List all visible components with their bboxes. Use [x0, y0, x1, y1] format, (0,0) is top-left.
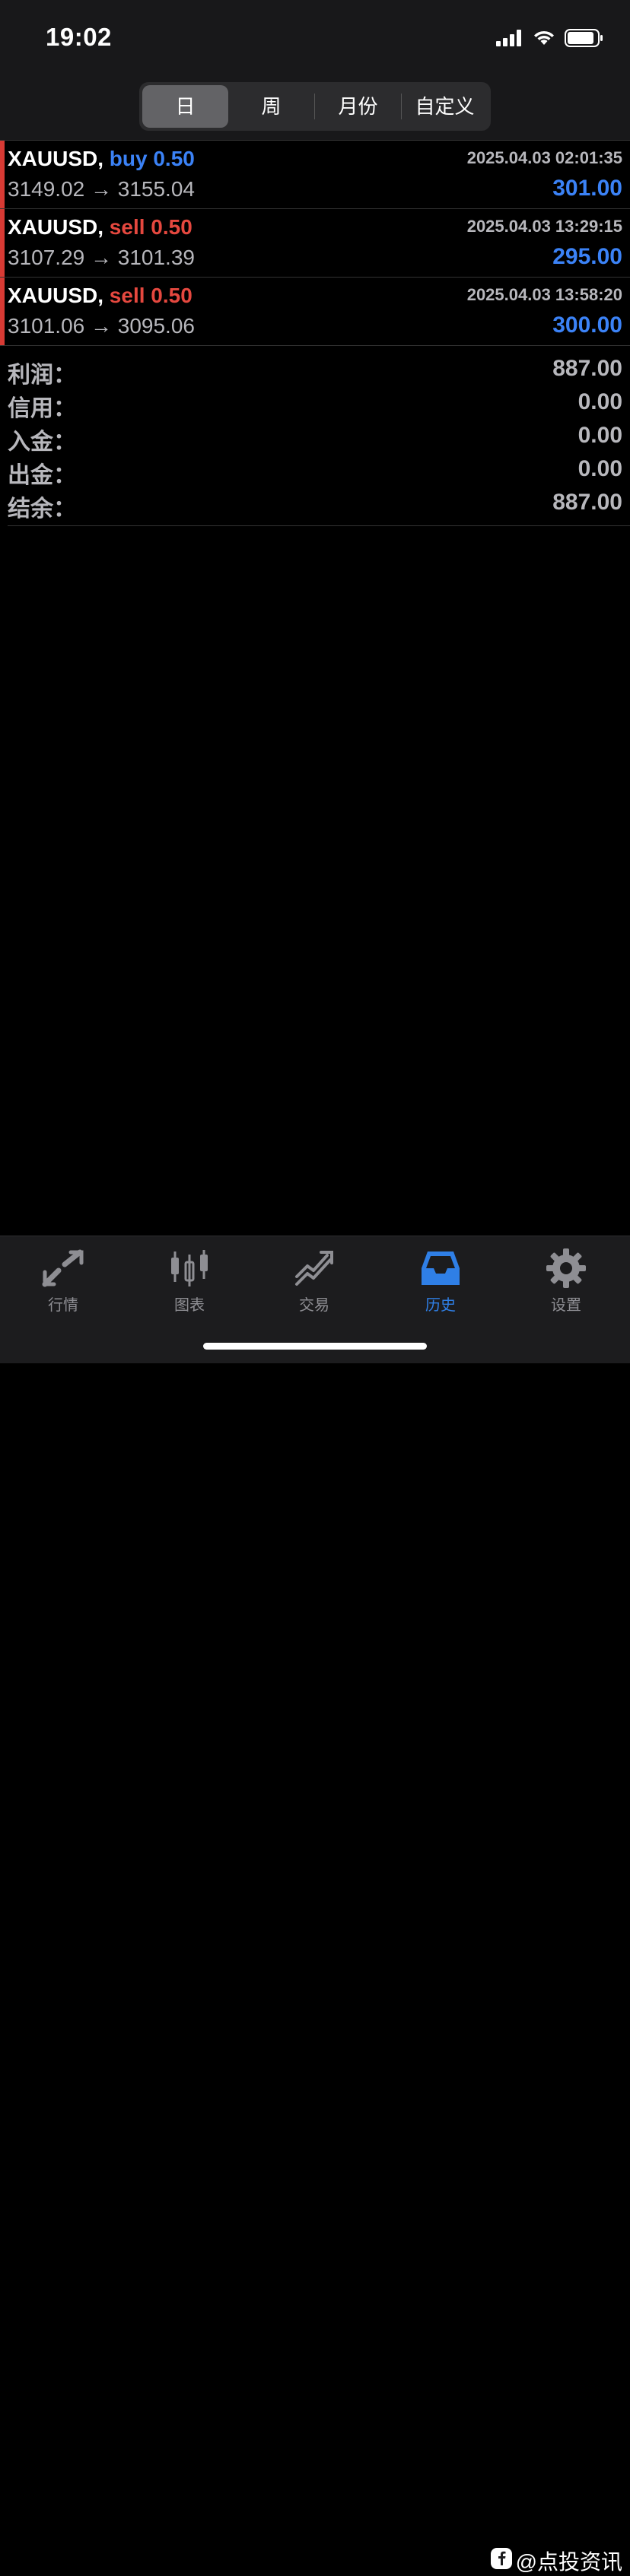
deal-prices: 3107.29 → 3101.39: [8, 246, 195, 269]
candlestick-chart-icon: [144, 1247, 235, 1290]
battery-icon: [565, 29, 604, 51]
segment-day[interactable]: 日: [142, 85, 228, 128]
deal-profit: 295.00: [552, 244, 622, 269]
summary-row-profit: 利润： 887.00: [0, 353, 630, 388]
deal-side: sell: [109, 215, 145, 239]
deal-profit: 301.00: [552, 176, 622, 201]
deal-row[interactable]: XAUUSD, sell 0.50 2025.04.03 13:58:20 31…: [0, 278, 630, 346]
deal-side-bar: [0, 141, 5, 208]
watermark-logo-icon: [490, 2547, 513, 2575]
deal-prices: 3101.06 → 3095.06: [8, 314, 195, 338]
status-icons: [496, 29, 604, 51]
home-indicator: [203, 1343, 427, 1350]
deal-datetime: 2025.04.03 02:01:35: [466, 148, 622, 167]
summary-row-credit: 信用： 0.00: [0, 386, 630, 421]
deal-volume: 0.50: [151, 284, 192, 307]
tab-trade[interactable]: 交易: [269, 1247, 360, 1315]
deal-symbol: XAUUSD: [8, 215, 98, 239]
segment-month[interactable]: 月份: [315, 85, 401, 128]
deal-datetime: 2025.04.03 13:29:15: [466, 217, 622, 236]
deal-symbol-line: XAUUSD, sell 0.50: [8, 215, 192, 240]
summary-value: 887.00: [552, 356, 622, 381]
deal-prices: 3149.02 → 3155.04: [8, 177, 195, 201]
deal-row[interactable]: XAUUSD, buy 0.50 2025.04.03 02:01:35 314…: [0, 141, 630, 209]
summary-label: 出金：: [8, 463, 76, 488]
deal-separator: ,: [97, 147, 104, 170]
gear-icon: [520, 1247, 612, 1290]
quotes-icon: [18, 1247, 109, 1290]
summary-section: 利润： 887.00 信用： 0.00 入金： 0.00 出金： 0.00 结余…: [0, 353, 630, 522]
tab-label: 设置: [551, 1297, 581, 1314]
deal-symbol: XAUUSD: [8, 284, 98, 307]
history-inbox-icon: [395, 1247, 486, 1290]
summary-value: 0.00: [578, 423, 622, 448]
deal-datetime: 2025.04.03 13:58:20: [466, 285, 622, 304]
status-time: 19:02: [46, 23, 112, 51]
deal-row[interactable]: XAUUSD, sell 0.50 2025.04.03 13:29:15 31…: [0, 209, 630, 278]
summary-label: 利润：: [8, 363, 76, 388]
tab-chart[interactable]: 图表: [144, 1247, 235, 1315]
summary-row-balance: 结余： 887.00: [0, 487, 630, 522]
deal-symbol: XAUUSD: [8, 147, 98, 170]
summary-value: 887.00: [552, 490, 622, 515]
period-segmented-control: 日 周 月份 自定义: [139, 82, 491, 131]
tab-label: 图表: [174, 1297, 205, 1314]
deal-volume: 0.50: [151, 215, 192, 239]
deal-symbol-line: XAUUSD, sell 0.50: [8, 284, 192, 308]
deal-side-bar: [0, 278, 5, 345]
segment-week[interactable]: 周: [228, 85, 314, 128]
tab-label: 行情: [48, 1297, 78, 1314]
deal-volume: 0.50: [153, 147, 195, 170]
tab-label: 交易: [299, 1297, 329, 1314]
deal-profit: 300.00: [552, 312, 622, 338]
summary-label: 入金：: [8, 430, 76, 455]
summary-value: 0.00: [578, 456, 622, 481]
watermark-text: @点投资讯: [515, 2550, 622, 2574]
deal-side: buy: [109, 147, 148, 170]
tab-label: 历史: [425, 1297, 456, 1314]
tab-history[interactable]: 历史: [395, 1247, 486, 1315]
deal-separator: ,: [97, 215, 104, 239]
summary-value: 0.00: [578, 389, 622, 414]
status-bar: 19:02: [0, 0, 630, 76]
tab-settings[interactable]: 设置: [520, 1247, 612, 1315]
summary-label: 结余：: [8, 496, 76, 522]
summary-label: 信用：: [8, 396, 76, 421]
deal-side: sell: [109, 284, 145, 307]
deals-list: XAUUSD, buy 0.50 2025.04.03 02:01:35 314…: [0, 141, 630, 346]
deal-separator: ,: [97, 284, 104, 307]
summary-row-deposit: 入金： 0.00: [0, 420, 630, 455]
deal-symbol-line: XAUUSD, buy 0.50: [8, 147, 195, 171]
wifi-icon: [533, 30, 555, 50]
summary-divider: [8, 525, 630, 526]
cellular-signal-icon: [496, 30, 523, 50]
trade-icon: [269, 1247, 360, 1290]
segment-custom[interactable]: 自定义: [402, 85, 488, 128]
summary-row-withdrawal: 出金： 0.00: [0, 453, 630, 488]
deal-side-bar: [0, 209, 5, 277]
watermark: @点投资讯: [490, 2546, 622, 2576]
tab-quotes[interactable]: 行情: [18, 1247, 109, 1315]
